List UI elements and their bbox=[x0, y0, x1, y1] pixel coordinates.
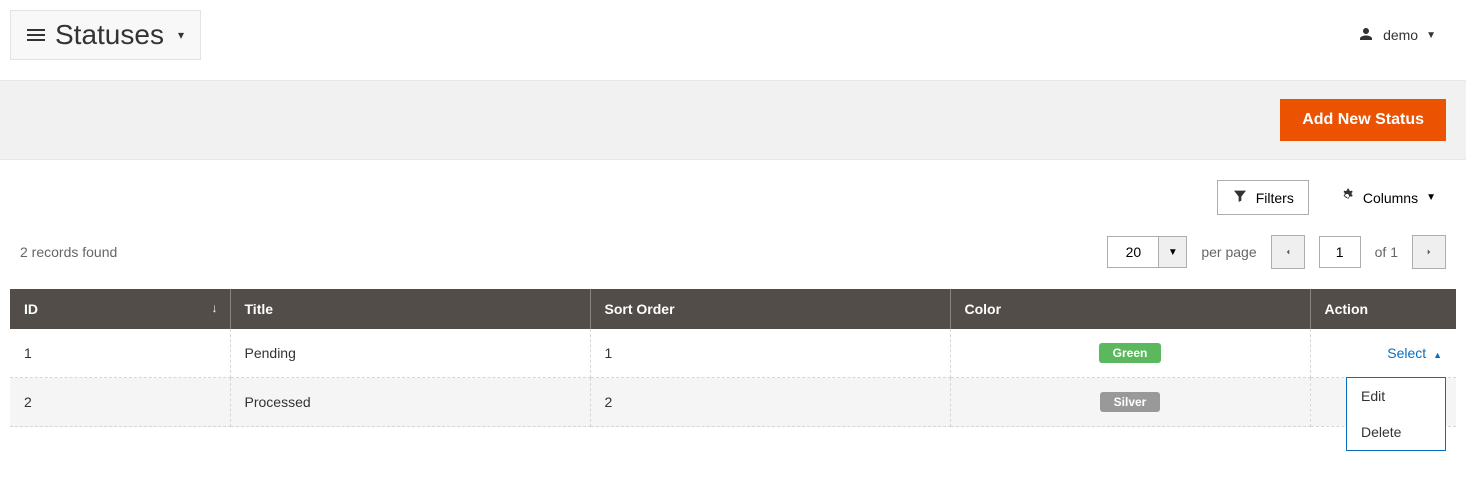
cell-color: Green bbox=[950, 329, 1310, 378]
table-row[interactable]: 1 Pending 1 Green Select ▲ Edit Delete bbox=[10, 329, 1456, 378]
table-row[interactable]: 2 Processed 2 Silver Select bbox=[10, 378, 1456, 427]
column-header-id[interactable]: ID ↓ bbox=[10, 289, 230, 329]
gear-icon bbox=[1339, 188, 1355, 207]
cell-id: 2 bbox=[10, 378, 230, 427]
of-pages-label: of 1 bbox=[1375, 244, 1398, 260]
cell-title: Pending bbox=[230, 329, 590, 378]
status-table: ID ↓ Title Sort Order Color Action 1 Pen… bbox=[10, 289, 1456, 427]
caret-down-icon: ▼ bbox=[1426, 30, 1436, 41]
chevron-right-icon bbox=[1424, 247, 1434, 257]
action-delete[interactable]: Delete bbox=[1347, 414, 1445, 450]
page-title-dropdown[interactable]: Statuses ▾ bbox=[10, 10, 201, 60]
cell-id: 1 bbox=[10, 329, 230, 378]
prev-page-button[interactable] bbox=[1271, 235, 1305, 269]
columns-label: Columns bbox=[1363, 190, 1418, 206]
columns-button[interactable]: Columns ▼ bbox=[1329, 181, 1446, 214]
page-size-input[interactable] bbox=[1108, 237, 1158, 267]
user-icon bbox=[1357, 25, 1375, 46]
caret-up-icon: ▲ bbox=[1433, 350, 1442, 360]
filters-label: Filters bbox=[1256, 190, 1294, 206]
cell-sort-order: 2 bbox=[590, 378, 950, 427]
current-page-input[interactable] bbox=[1319, 236, 1361, 268]
column-header-action[interactable]: Action bbox=[1310, 289, 1456, 329]
color-badge: Silver bbox=[1100, 392, 1161, 412]
column-header-color[interactable]: Color bbox=[950, 289, 1310, 329]
caret-down-icon: ▾ bbox=[178, 28, 184, 42]
funnel-icon bbox=[1232, 188, 1248, 207]
filters-button[interactable]: Filters bbox=[1217, 180, 1309, 215]
cell-sort-order: 1 bbox=[590, 329, 950, 378]
per-page-label: per page bbox=[1201, 244, 1256, 260]
color-badge: Green bbox=[1099, 343, 1162, 363]
column-header-title[interactable]: Title bbox=[230, 289, 590, 329]
cell-action: Select ▲ Edit Delete bbox=[1310, 329, 1456, 378]
hamburger-icon bbox=[27, 29, 45, 41]
column-header-sort-order[interactable]: Sort Order bbox=[590, 289, 950, 329]
chevron-left-icon bbox=[1283, 247, 1293, 257]
records-found: 2 records found bbox=[20, 244, 117, 260]
cell-color: Silver bbox=[950, 378, 1310, 427]
page-size-dropdown-toggle[interactable]: ▼ bbox=[1158, 237, 1186, 267]
user-name: demo bbox=[1383, 27, 1418, 43]
add-new-status-button[interactable]: Add New Status bbox=[1280, 99, 1446, 141]
action-edit[interactable]: Edit bbox=[1347, 378, 1445, 414]
user-menu[interactable]: demo ▼ bbox=[1357, 25, 1446, 46]
action-select-link[interactable]: Select ▲ bbox=[1387, 345, 1442, 361]
caret-down-icon: ▼ bbox=[1426, 192, 1436, 203]
page-title: Statuses bbox=[55, 19, 164, 51]
next-page-button[interactable] bbox=[1412, 235, 1446, 269]
action-dropdown: Edit Delete bbox=[1346, 377, 1446, 451]
sort-arrow-down-icon: ↓ bbox=[212, 301, 218, 315]
cell-title: Processed bbox=[230, 378, 590, 427]
